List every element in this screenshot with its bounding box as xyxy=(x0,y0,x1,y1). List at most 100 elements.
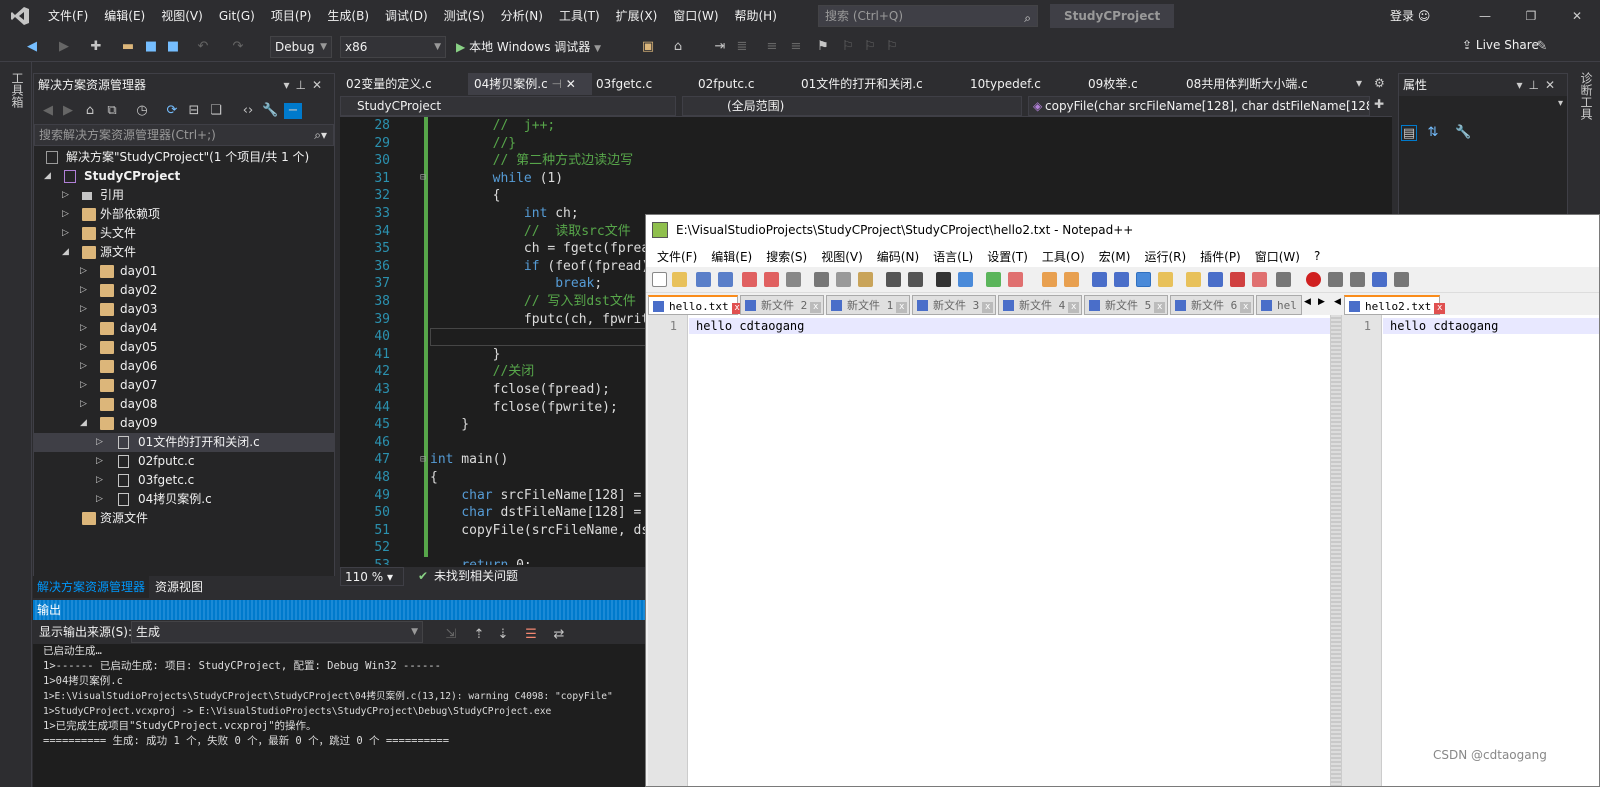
view-splitter[interactable] xyxy=(1330,315,1342,786)
properties-object-select[interactable]: ▾ xyxy=(1399,96,1567,118)
zoom-in-icon[interactable] xyxy=(986,272,1001,287)
npp-menu-file[interactable]: 文件(F) xyxy=(650,248,704,265)
prev-bookmark-icon[interactable]: ⚐ xyxy=(840,39,856,55)
npp-tab[interactable]: 新文件 3x xyxy=(912,295,996,315)
menu-help[interactable]: 帮助(H) xyxy=(727,0,785,32)
tree-folder-day04[interactable]: ▷ day04 xyxy=(34,319,334,338)
indent-guide-icon[interactable] xyxy=(1136,272,1151,287)
close-icon[interactable]: x xyxy=(896,302,908,313)
step-icon[interactable]: ⇥ xyxy=(712,39,728,55)
live-share-button[interactable]: ⇪ Live Share xyxy=(1462,38,1539,52)
gear-icon[interactable]: ⚙ xyxy=(1374,76,1385,90)
npp-tab[interactable]: 新文件 6x xyxy=(1170,295,1254,315)
npp-tab[interactable]: 新文件 2x xyxy=(740,295,824,315)
cut-icon[interactable] xyxy=(814,272,829,287)
maximize-icon[interactable]: ❐ xyxy=(1508,0,1554,32)
tab-scroll-left-icon[interactable]: ◀ xyxy=(1304,297,1311,307)
collapsed-icon[interactable]: ▷ xyxy=(96,490,103,509)
sync-vertical-icon[interactable] xyxy=(1042,272,1057,287)
run-macro-multiple-icon[interactable] xyxy=(1372,272,1387,287)
panel-controls[interactable]: ▾⊥✕ xyxy=(1516,74,1561,96)
tab-solution-explorer[interactable]: 解决方案资源管理器 xyxy=(33,576,150,598)
login-link[interactable]: 登录 ☺ xyxy=(1390,0,1430,32)
save-all-icon[interactable]: ■ xyxy=(165,39,181,55)
zoom-select[interactable]: 110 % ▾ xyxy=(340,567,404,586)
next-message-icon[interactable]: ⇣ xyxy=(495,627,511,643)
diagnostics-tab[interactable]: 诊断工具 xyxy=(1578,72,1595,120)
clear-bookmarks-icon[interactable]: ⚐ xyxy=(884,39,900,55)
back-icon[interactable]: ◀ xyxy=(40,103,56,119)
panel-controls[interactable]: ▾⊥✕ xyxy=(283,74,328,96)
switch-views-icon[interactable]: ⧉ xyxy=(104,103,120,119)
collapsed-icon[interactable]: ▷ xyxy=(96,471,103,490)
config-select[interactable]: Debug ▼ xyxy=(270,36,332,58)
global-search-input[interactable]: 搜索 (Ctrl+Q) ⌕ xyxy=(818,5,1038,27)
npp-menu-encoding[interactable]: 编码(N) xyxy=(870,248,926,265)
menu-view[interactable]: 视图(V) xyxy=(153,0,211,32)
npp-tab[interactable]: 新文件 5x xyxy=(1084,295,1168,315)
collapsed-icon[interactable]: ▷ xyxy=(80,338,87,357)
expanded-icon[interactable]: ◢ xyxy=(44,167,51,186)
print-icon[interactable] xyxy=(786,272,801,287)
open-folder-icon[interactable]: ▬ xyxy=(120,39,136,55)
tree-folder-day07[interactable]: ▷ day07 xyxy=(34,376,334,395)
npp-menu-window[interactable]: 窗口(W) xyxy=(1248,248,1307,265)
save-all-icon[interactable] xyxy=(718,272,733,287)
tree-resource-files[interactable]: 资源文件 xyxy=(34,509,334,528)
npp-menu-run[interactable]: 运行(R) xyxy=(1137,248,1193,265)
tree-header-files[interactable]: ▷ 头文件 xyxy=(34,224,334,243)
tree-file-02[interactable]: ▷ 02fputc.c xyxy=(34,452,334,471)
split-icon[interactable]: ✚ xyxy=(1374,97,1384,111)
editor-tab[interactable]: 01文件的打开和关闭.c xyxy=(795,73,929,95)
save-icon[interactable] xyxy=(696,272,711,287)
editor-tab[interactable]: 03fgetc.c xyxy=(590,73,658,95)
menu-project[interactable]: 项目(P) xyxy=(263,0,320,32)
editor-tab[interactable]: 02fputc.c xyxy=(692,73,760,95)
tree-solution[interactable]: 解决方案"StudyCProject"(1 个项目/共 1 个) xyxy=(34,148,334,167)
sync-horizontal-icon[interactable] xyxy=(1064,272,1079,287)
menu-test[interactable]: 测试(S) xyxy=(436,0,493,32)
menu-window[interactable]: 窗口(W) xyxy=(665,0,726,32)
output-text[interactable]: 已启动生成… 1>------ 已启动生成: 项目: StudyCProject… xyxy=(33,644,645,787)
feedback-icon[interactable]: ✎ xyxy=(1534,39,1550,55)
next-bookmark-icon[interactable]: ⚐ xyxy=(862,39,878,55)
udl-icon[interactable] xyxy=(1158,272,1173,287)
close-file-icon[interactable] xyxy=(742,272,757,287)
npp-menu-settings[interactable]: 设置(T) xyxy=(980,248,1035,265)
editor-tab[interactable]: 08共用体判断大小端.c xyxy=(1180,73,1314,95)
tree-external-deps[interactable]: ▷ 外部依赖项 xyxy=(34,205,334,224)
replace-icon[interactable] xyxy=(958,272,973,287)
npp-tab[interactable]: hel xyxy=(1256,295,1302,315)
platform-select[interactable]: x86 ▼ xyxy=(340,36,446,58)
collapsed-icon[interactable]: ▷ xyxy=(80,395,87,414)
editor-tab-active[interactable]: 04拷贝案例.c ⊣ ✕ xyxy=(468,73,592,95)
clear-all-icon[interactable]: ☰ xyxy=(523,627,539,643)
toolbox-tab[interactable]: 工具箱 xyxy=(9,72,26,108)
issues-status[interactable]: 未找到相关问题 xyxy=(434,567,518,586)
categorized-icon[interactable]: ▤ xyxy=(1401,125,1417,141)
close-icon[interactable]: ✕ xyxy=(1554,0,1600,32)
play-macro-icon[interactable] xyxy=(1350,272,1365,287)
collapsed-icon[interactable]: ▷ xyxy=(80,281,87,300)
close-icon[interactable]: x xyxy=(1068,302,1080,313)
redo-icon[interactable]: ↷ xyxy=(230,39,246,55)
menu-edit[interactable]: 编辑(E) xyxy=(96,0,153,32)
npp-menu-view[interactable]: 视图(V) xyxy=(814,248,870,265)
collapsed-icon[interactable]: ▷ xyxy=(62,224,69,243)
tree-folder-day09[interactable]: ◢ day09 xyxy=(34,414,334,433)
preview-icon[interactable]: − xyxy=(284,103,302,119)
menu-tools[interactable]: 工具(T) xyxy=(551,0,608,32)
toolbox-strip[interactable]: 工具箱 xyxy=(0,62,32,787)
tree-source-files[interactable]: ◢ 源文件 xyxy=(34,243,334,262)
expanded-icon[interactable]: ◢ xyxy=(62,243,69,262)
forward-icon[interactable]: ▶ xyxy=(56,39,72,55)
close-icon[interactable]: x xyxy=(1434,303,1446,314)
npp-editor-right[interactable]: 1 hello cdtaogang xyxy=(1342,315,1599,786)
tree-folder-day02[interactable]: ▷ day02 xyxy=(34,281,334,300)
close-icon[interactable]: x xyxy=(982,302,994,313)
editor-tab[interactable]: 09枚举.c xyxy=(1082,73,1144,95)
undo-icon[interactable] xyxy=(886,272,901,287)
undo-icon[interactable]: ↶ xyxy=(195,39,211,55)
browse-icon[interactable]: ▣ xyxy=(640,39,656,55)
editor-tab[interactable]: 02变量的定义.c xyxy=(340,73,438,95)
